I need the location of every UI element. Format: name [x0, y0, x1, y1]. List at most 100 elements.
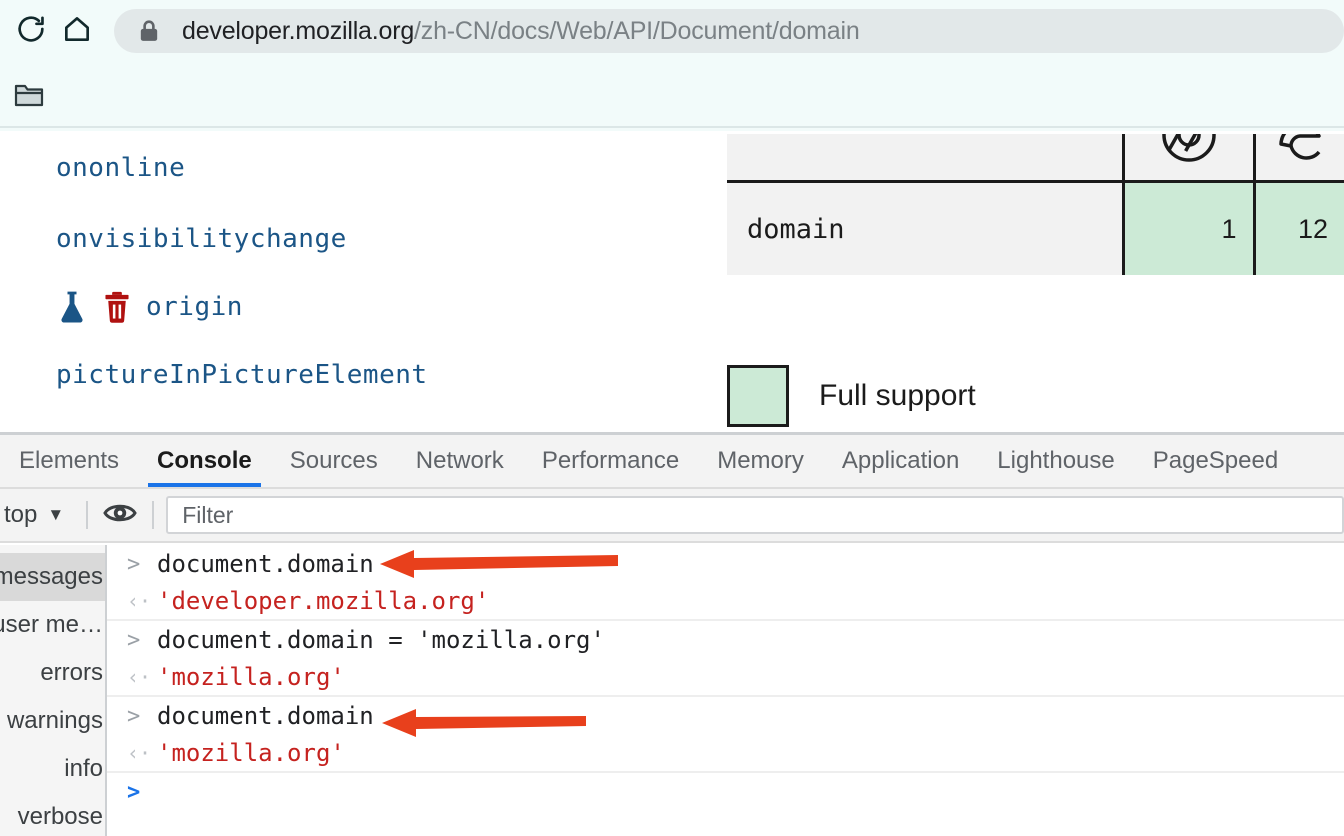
tab-pagespeed[interactable]: PageSpeed [1134, 435, 1297, 487]
tab-label: Sources [289, 447, 378, 474]
tab-console[interactable]: Console [138, 435, 271, 487]
legend-label-full-support: Full support [819, 379, 976, 412]
tab-label: Memory [717, 447, 804, 474]
console-expression: document.domain [157, 550, 374, 578]
chevron-right-icon: > [127, 551, 141, 577]
browser-column-chrome [1121, 134, 1254, 183]
chevron-down-icon: ▼ [47, 505, 65, 524]
filter-input[interactable]: Filter [166, 496, 1344, 534]
console-expression: document.domain = 'mozilla.org' [157, 626, 605, 654]
tab-label: Elements [19, 447, 120, 474]
console-row-input[interactable]: > document.domain = 'mozilla.org' [107, 621, 1344, 659]
sidebar-item-label: user me… [0, 611, 103, 638]
sidebar-item-label: messages [0, 563, 103, 590]
devtools-tabbar: Elements Console Sources Network Perform… [0, 435, 1344, 489]
sidebar-item-errors[interactable]: errors [0, 649, 105, 697]
support-cell-edge[interactable]: 12 [1252, 181, 1344, 275]
console-sidebar: messages user me… errors warnings info v… [0, 545, 107, 836]
tab-elements[interactable]: Elements [0, 435, 138, 487]
console-row-result[interactable]: ‹· 'mozilla.org' [107, 735, 1344, 773]
tab-network[interactable]: Network [397, 435, 523, 487]
tab-performance[interactable]: Performance [523, 435, 698, 487]
sidebar-item-verbose[interactable]: verbose [0, 793, 105, 836]
property-link[interactable]: pictureInPictureElement [56, 360, 428, 390]
table-header-blank [727, 134, 1123, 183]
chrome-logo-icon [1161, 134, 1216, 167]
experimental-flask-icon [56, 289, 88, 325]
sidebar-item-warnings[interactable]: warnings [0, 697, 105, 745]
deprecated-trash-icon [102, 290, 132, 324]
browser-compatibility-section: domain 1 12 Full support [727, 131, 1344, 432]
support-cell-chrome[interactable]: 1 [1121, 181, 1254, 275]
legend: Full support [727, 365, 976, 427]
property-list: ononline onvisibilitychange origin pictu… [0, 131, 726, 409]
eye-icon [103, 500, 137, 531]
reload-icon [15, 13, 47, 50]
property-link[interactable]: ononline [56, 153, 185, 183]
console-row-result[interactable]: ‹· 'developer.mozilla.org' [107, 583, 1344, 621]
browser-toolbar: developer.mozilla.org/zh-CN/docs/Web/API… [0, 0, 1344, 62]
property-link[interactable]: onvisibilitychange [56, 224, 347, 254]
devtools-panel: Elements Console Sources Network Perform… [0, 432, 1344, 836]
prompt-chevron-icon: > [127, 779, 141, 805]
feature-name: domain [727, 181, 1123, 275]
property-link[interactable]: origin [146, 292, 243, 322]
tab-sources[interactable]: Sources [271, 435, 397, 487]
reload-button[interactable] [8, 8, 54, 54]
live-expression-button[interactable] [100, 495, 140, 535]
url-path: /zh-CN/docs/Web/API/Document/domain [414, 16, 860, 45]
console-expression: document.domain [157, 702, 374, 730]
sidebar-item-user-messages[interactable]: user me… [0, 601, 105, 649]
sidebar-item-label: info [64, 755, 103, 782]
address-bar[interactable]: developer.mozilla.org/zh-CN/docs/Web/API… [114, 9, 1344, 53]
console-result: 'mozilla.org' [157, 663, 345, 691]
url-text: developer.mozilla.org/zh-CN/docs/Web/API… [182, 17, 860, 46]
sidebar-item-label: errors [40, 659, 103, 686]
chevron-left-icon: ‹· [127, 665, 152, 689]
bookmarks-bar[interactable] [0, 62, 1344, 188]
list-item[interactable]: pictureInPictureElement [0, 341, 726, 409]
tab-label: PageSpeed [1152, 447, 1279, 474]
lock-icon [138, 19, 160, 43]
console-output[interactable]: > document.domain ‹· 'developer.mozilla.… [107, 545, 1344, 836]
sidebar-item-messages[interactable]: messages [0, 553, 105, 601]
execution-context-label: top [4, 501, 38, 528]
tab-memory[interactable]: Memory [698, 435, 823, 487]
compatibility-table: domain 1 12 [727, 134, 1344, 275]
console-row-input[interactable]: > document.domain [107, 697, 1344, 735]
url-domain: developer.mozilla.org [182, 16, 415, 45]
browser-column-edge [1252, 134, 1344, 183]
legend-swatch-full-support [727, 365, 789, 427]
table-header-row [727, 134, 1344, 183]
console-filter-toolbar: top ▼ Filter [0, 489, 1344, 543]
table-row: domain 1 12 [727, 181, 1344, 275]
home-button[interactable] [54, 8, 100, 54]
console-result: 'developer.mozilla.org' [157, 587, 490, 615]
screenshot-root: developer.mozilla.org/zh-CN/docs/Web/API… [0, 0, 1344, 836]
chevron-right-icon: > [127, 627, 141, 653]
console-row-input[interactable]: > document.domain [107, 545, 1344, 583]
list-item[interactable]: onvisibilitychange [0, 205, 726, 273]
sidebar-item-info[interactable]: info [0, 745, 105, 793]
home-icon [61, 13, 93, 50]
tab-lighthouse[interactable]: Lighthouse [978, 435, 1133, 487]
tab-label: Application [841, 447, 960, 474]
console-row-result[interactable]: ‹· 'mozilla.org' [107, 659, 1344, 697]
page-content: ononline onvisibilitychange origin pictu… [0, 131, 1344, 432]
console-body: messages user me… errors warnings info v… [0, 545, 1344, 836]
chevron-left-icon: ‹· [127, 589, 152, 613]
list-item[interactable]: ononline [0, 131, 726, 205]
tab-application[interactable]: Application [823, 435, 978, 487]
chevron-right-icon: > [127, 703, 141, 729]
browser-chrome: developer.mozilla.org/zh-CN/docs/Web/API… [0, 0, 1344, 188]
tab-label: Network [415, 447, 504, 474]
toolbar-divider [86, 501, 89, 529]
execution-context-selector[interactable]: top ▼ [0, 501, 74, 529]
console-prompt-row[interactable]: > [107, 773, 1344, 811]
list-item[interactable]: origin [0, 273, 726, 341]
edge-logo-icon [1273, 134, 1327, 167]
sidebar-item-label: verbose [17, 803, 103, 830]
console-result: 'mozilla.org' [157, 739, 345, 767]
tab-label: Performance [541, 447, 680, 474]
folder-icon [14, 82, 44, 108]
